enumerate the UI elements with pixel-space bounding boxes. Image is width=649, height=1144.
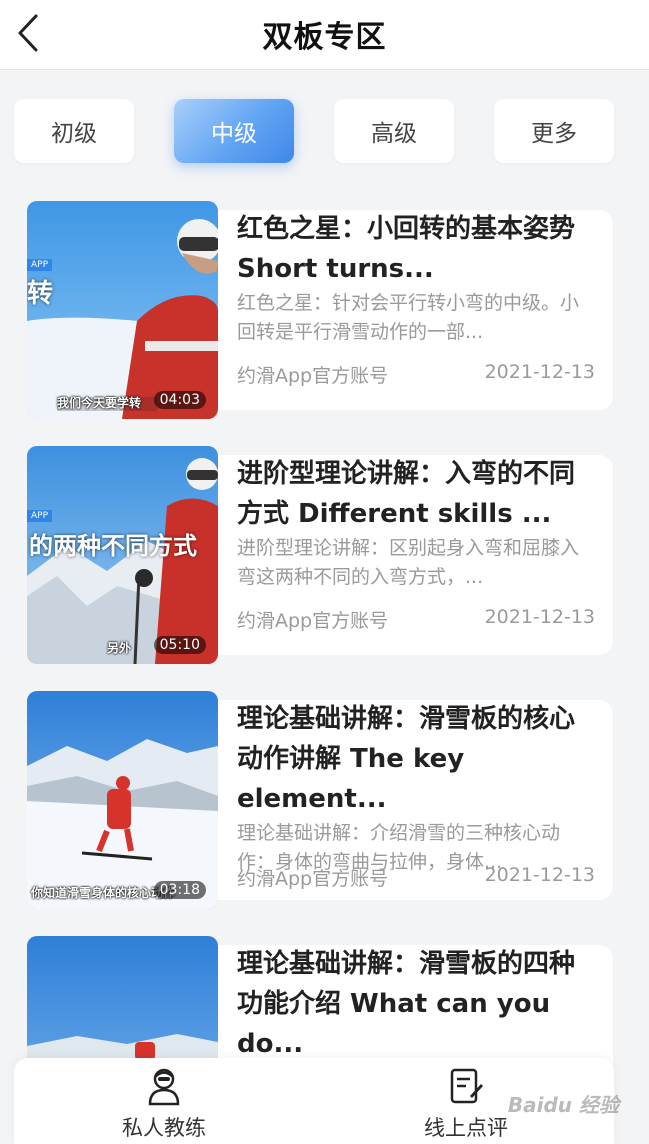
review-icon xyxy=(450,1068,483,1104)
level-tabs: 初级 中级 高级 更多 xyxy=(14,99,614,163)
watermark: Baidu 经验 xyxy=(507,1093,619,1117)
tab-intermediate[interactable]: 中级 xyxy=(174,99,294,163)
video-card[interactable]: APP 的两种不同方式 另外 05:10 进阶型理论讲解：入弯的不同方式 Dif… xyxy=(27,446,613,664)
video-author: 约滑App官方账号 xyxy=(237,365,389,387)
video-thumbnail[interactable]: APP 转 我们今天要学转 04:03 xyxy=(27,201,218,419)
page-title: 双板专区 xyxy=(262,20,387,55)
video-title: 进阶型理论讲解：入弯的不同方式 Different skills ... xyxy=(237,459,576,529)
video-date: 2021-12-13 xyxy=(484,606,595,628)
video-author: 约滑App官方账号 xyxy=(237,610,389,632)
tab-beginner[interactable]: 初级 xyxy=(14,99,134,163)
tab-advanced[interactable]: 高级 xyxy=(334,99,454,163)
tab-more[interactable]: 更多 xyxy=(494,99,614,163)
thumbnail-overlay-text: 的两种不同方式 xyxy=(29,532,197,560)
nav-private-coach[interactable]: 私人教练 xyxy=(94,1066,234,1142)
duration-badge: 05:10 xyxy=(153,636,206,654)
video-date: 2021-12-13 xyxy=(484,361,595,383)
thumbnail-caption: 我们今天要学转 xyxy=(57,396,142,410)
video-thumbnail[interactable]: APP 的两种不同方式 另外 05:10 xyxy=(27,446,218,664)
skier-thumbnail-image xyxy=(27,691,218,909)
nav-label: 线上点评 xyxy=(424,1116,508,1140)
video-author: 约滑App官方账号 xyxy=(237,868,389,890)
video-description: 进阶型理论讲解：区别起身入弯和屈膝入弯这两种不同的入弯方式，... xyxy=(237,537,580,588)
video-date: 2021-12-13 xyxy=(484,864,595,886)
duration-badge: 03:18 xyxy=(153,881,206,899)
video-thumbnail[interactable]: 你知道滑雪身体的核心动作 03:18 xyxy=(27,691,218,909)
skier-thumbnail-image xyxy=(27,201,218,419)
video-card[interactable]: APP 转 我们今天要学转 04:03 红色之星：小回转的基本姿势 Short … xyxy=(27,201,613,419)
app-tag: APP xyxy=(27,510,53,522)
coach-icon xyxy=(148,1068,180,1106)
video-description: 红色之星：针对会平行转小弯的中级。小回转是平行滑雪动作的一部... xyxy=(237,292,580,343)
duration-badge: 04:03 xyxy=(153,391,206,409)
video-card[interactable]: 你知道滑雪身体的核心动作 03:18 理论基础讲解：滑雪板的核心动作讲解 The… xyxy=(27,691,613,909)
top-bar: 双板专区 xyxy=(0,0,649,70)
nav-label: 私人教练 xyxy=(122,1116,206,1140)
video-title: 红色之星：小回转的基本姿势 Short turns... xyxy=(237,214,576,284)
video-title: 理论基础讲解：滑雪板的四种功能介绍 What can you do... xyxy=(237,949,576,1059)
video-title: 理论基础讲解：滑雪板的核心动作讲解 The key element... xyxy=(237,704,576,814)
thumbnail-overlay-text: 转 xyxy=(27,279,54,309)
thumbnail-caption: 另外 xyxy=(107,641,132,655)
app-tag: APP xyxy=(27,259,53,271)
